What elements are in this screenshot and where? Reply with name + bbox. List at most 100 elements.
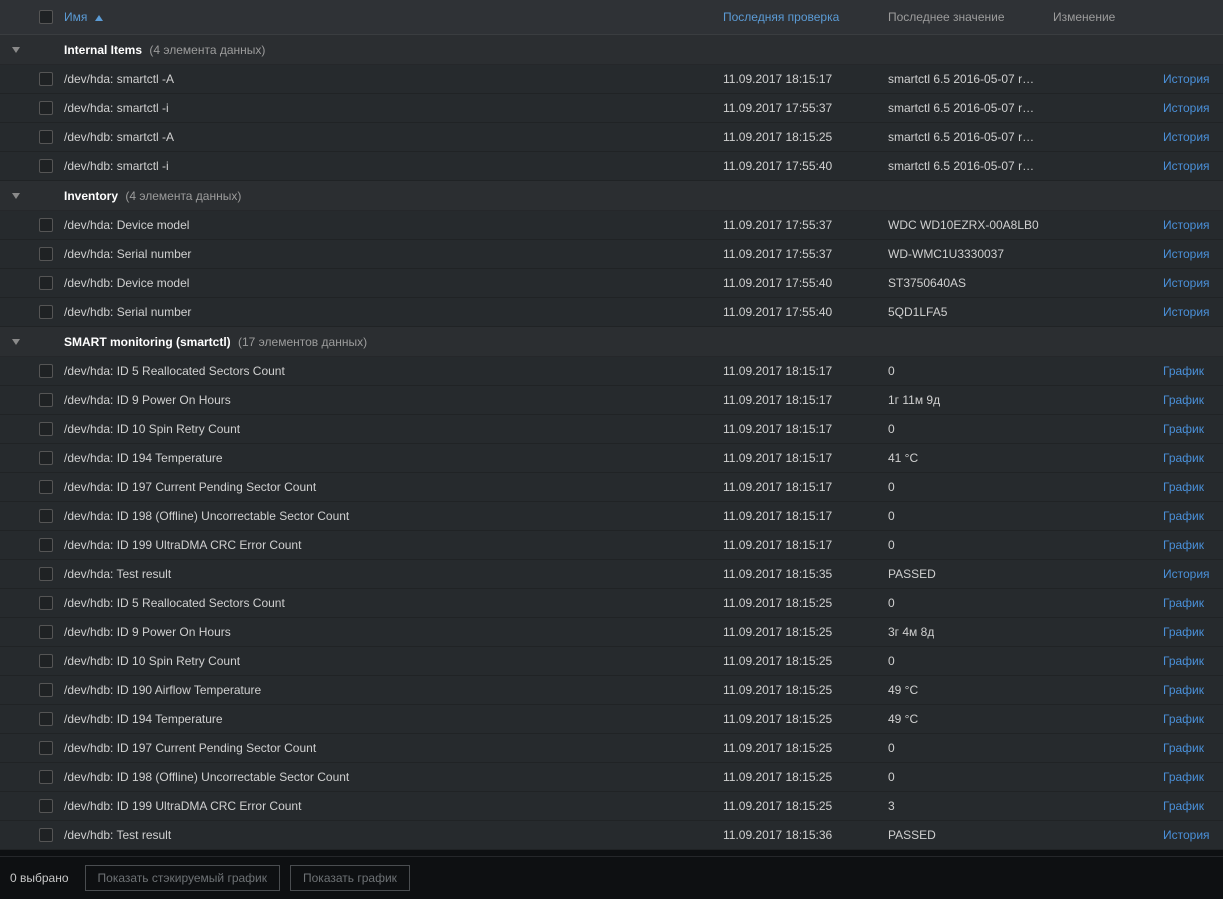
- graph-link[interactable]: График: [1163, 509, 1204, 523]
- item-time: 11.09.2017 18:15:17: [723, 509, 832, 523]
- row-checkbox[interactable]: [39, 393, 53, 407]
- row-checkbox[interactable]: [39, 683, 53, 697]
- history-link[interactable]: История: [1163, 72, 1210, 86]
- footer-bar: 0 выбрано Показать стэкируемый график По…: [0, 856, 1223, 899]
- item-value: 0: [888, 509, 895, 523]
- item-time: 11.09.2017 18:15:25: [723, 770, 832, 784]
- item-name: /dev/hda: smartctl -i: [64, 101, 169, 115]
- history-link[interactable]: История: [1163, 276, 1210, 290]
- row-checkbox[interactable]: [39, 741, 53, 755]
- graph-link[interactable]: График: [1163, 364, 1204, 378]
- history-link[interactable]: История: [1163, 130, 1210, 144]
- item-value: 49 °C: [888, 683, 918, 697]
- row-checkbox[interactable]: [39, 218, 53, 232]
- item-time: 11.09.2017 18:15:36: [723, 828, 832, 842]
- item-value: 0: [888, 422, 895, 436]
- item-name: /dev/hda: ID 198 (Offline) Uncorrectable…: [64, 509, 349, 523]
- item-time: 11.09.2017 18:15:25: [723, 130, 832, 144]
- data-row: /dev/hdb: Test result11.09.2017 18:15:36…: [0, 821, 1223, 850]
- row-checkbox[interactable]: [39, 509, 53, 523]
- item-name: /dev/hda: ID 9 Power On Hours: [64, 393, 231, 407]
- graph-link[interactable]: График: [1163, 741, 1204, 755]
- row-checkbox[interactable]: [39, 276, 53, 290]
- column-header-name[interactable]: Имя: [64, 10, 103, 24]
- column-header-last-check[interactable]: Последняя проверка: [723, 10, 839, 24]
- row-checkbox[interactable]: [39, 770, 53, 784]
- chevron-down-icon[interactable]: [12, 47, 20, 53]
- row-checkbox[interactable]: [39, 305, 53, 319]
- history-link[interactable]: История: [1163, 828, 1210, 842]
- graph-link[interactable]: График: [1163, 625, 1204, 639]
- history-link[interactable]: История: [1163, 218, 1210, 232]
- show-stacked-graph-button[interactable]: Показать стэкируемый график: [85, 865, 280, 891]
- item-value: smartctl 6.5 2016-05-07 r…: [888, 72, 1034, 86]
- item-value: 0: [888, 741, 895, 755]
- graph-link[interactable]: График: [1163, 480, 1204, 494]
- row-checkbox[interactable]: [39, 72, 53, 86]
- history-link[interactable]: История: [1163, 567, 1210, 581]
- row-checkbox[interactable]: [39, 625, 53, 639]
- history-link[interactable]: История: [1163, 247, 1210, 261]
- data-row: /dev/hdb: ID 198 (Offline) Uncorrectable…: [0, 763, 1223, 792]
- graph-link[interactable]: График: [1163, 799, 1204, 813]
- item-name: /dev/hdb: ID 190 Airflow Temperature: [64, 683, 261, 697]
- row-checkbox[interactable]: [39, 799, 53, 813]
- row-checkbox[interactable]: [39, 451, 53, 465]
- data-row: /dev/hdb: smartctl -A11.09.2017 18:15:25…: [0, 123, 1223, 152]
- graph-link[interactable]: График: [1163, 393, 1204, 407]
- row-checkbox[interactable]: [39, 567, 53, 581]
- row-checkbox[interactable]: [39, 422, 53, 436]
- graph-link[interactable]: График: [1163, 451, 1204, 465]
- item-time: 11.09.2017 17:55:40: [723, 305, 832, 319]
- data-row: /dev/hdb: ID 5 Reallocated Sectors Count…: [0, 589, 1223, 618]
- data-row: /dev/hdb: ID 10 Spin Retry Count11.09.20…: [0, 647, 1223, 676]
- row-checkbox[interactable]: [39, 130, 53, 144]
- data-row: /dev/hdb: ID 197 Current Pending Sector …: [0, 734, 1223, 763]
- row-checkbox[interactable]: [39, 654, 53, 668]
- item-value: 0: [888, 364, 895, 378]
- row-checkbox[interactable]: [39, 538, 53, 552]
- select-all-checkbox[interactable]: [39, 10, 53, 24]
- graph-link[interactable]: График: [1163, 538, 1204, 552]
- history-link[interactable]: История: [1163, 305, 1210, 319]
- data-row: /dev/hdb: Device model11.09.2017 17:55:4…: [0, 269, 1223, 298]
- item-value: 0: [888, 596, 895, 610]
- item-value: 0: [888, 480, 895, 494]
- row-checkbox[interactable]: [39, 828, 53, 842]
- group-header-row: SMART monitoring (smartctl) (17 элементо…: [0, 327, 1223, 357]
- item-value: 41 °C: [888, 451, 918, 465]
- data-row: /dev/hda: ID 9 Power On Hours11.09.2017 …: [0, 386, 1223, 415]
- item-value: smartctl 6.5 2016-05-07 r…: [888, 101, 1034, 115]
- row-checkbox[interactable]: [39, 364, 53, 378]
- history-link[interactable]: История: [1163, 101, 1210, 115]
- item-value: 3: [888, 799, 895, 813]
- chevron-down-icon[interactable]: [12, 193, 20, 199]
- graph-link[interactable]: График: [1163, 422, 1204, 436]
- graph-link[interactable]: График: [1163, 770, 1204, 784]
- item-name: /dev/hdb: ID 194 Temperature: [64, 712, 223, 726]
- item-value: WDC WD10EZRX-00A8LB0: [888, 218, 1039, 232]
- item-value: 49 °C: [888, 712, 918, 726]
- row-checkbox[interactable]: [39, 596, 53, 610]
- item-time: 11.09.2017 18:15:25: [723, 799, 832, 813]
- item-time: 11.09.2017 18:15:25: [723, 654, 832, 668]
- item-value: smartctl 6.5 2016-05-07 r…: [888, 130, 1034, 144]
- graph-link[interactable]: График: [1163, 596, 1204, 610]
- group-name-label: SMART monitoring (smartctl): [64, 335, 231, 349]
- item-time: 11.09.2017 18:15:17: [723, 538, 832, 552]
- chevron-down-icon[interactable]: [12, 339, 20, 345]
- row-checkbox[interactable]: [39, 101, 53, 115]
- item-name: /dev/hda: ID 197 Current Pending Sector …: [64, 480, 316, 494]
- item-time: 11.09.2017 18:15:25: [723, 712, 832, 726]
- graph-link[interactable]: График: [1163, 712, 1204, 726]
- row-checkbox[interactable]: [39, 712, 53, 726]
- item-name: /dev/hdb: Serial number: [64, 305, 191, 319]
- graph-link[interactable]: График: [1163, 683, 1204, 697]
- data-row: /dev/hdb: ID 9 Power On Hours11.09.2017 …: [0, 618, 1223, 647]
- row-checkbox[interactable]: [39, 480, 53, 494]
- history-link[interactable]: История: [1163, 159, 1210, 173]
- graph-link[interactable]: График: [1163, 654, 1204, 668]
- row-checkbox[interactable]: [39, 159, 53, 173]
- row-checkbox[interactable]: [39, 247, 53, 261]
- show-graph-button[interactable]: Показать график: [290, 865, 410, 891]
